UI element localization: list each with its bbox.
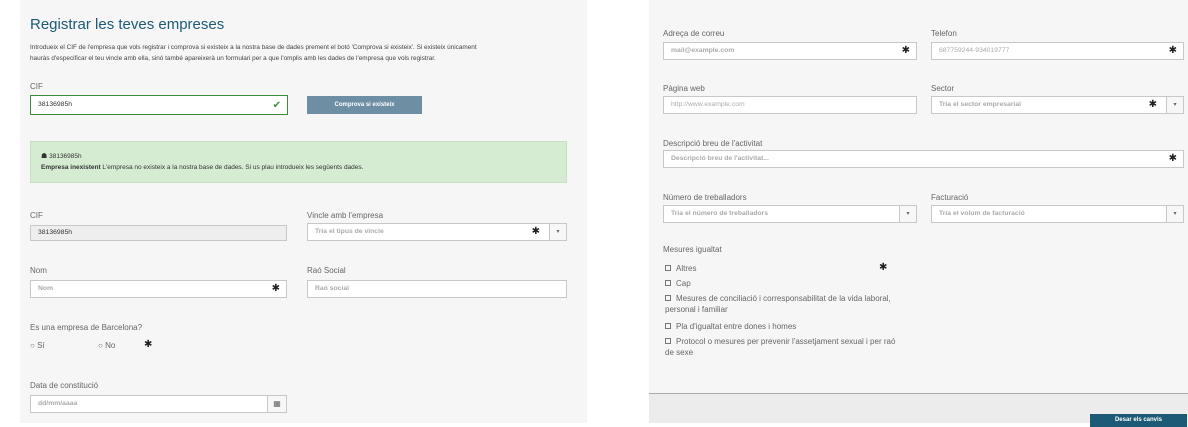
email-input[interactable]: mail@example.com ✱	[663, 42, 917, 60]
alert-cif: ☗ 38136985h	[41, 152, 82, 160]
asterisk-icon: ✱	[144, 339, 153, 350]
rao-placeholder: Raó social	[315, 285, 349, 292]
intro-line: Introdueix el CIF de l'empresa que vols …	[30, 44, 477, 51]
right-panel: Adreça de correu mail@example.com ✱ Tele…	[649, 0, 1188, 427]
facturacio-select[interactable]: Tria el volum de facturació ▾	[931, 205, 1184, 223]
asterisk-icon: ✱	[271, 283, 280, 294]
asterisk-icon: ✱	[901, 45, 910, 56]
data-constitucio-input[interactable]: dd/mm/aaaa ▦	[30, 395, 287, 413]
nom-placeholder: Nom	[38, 285, 54, 292]
checkbox-cap[interactable]: Cap	[665, 278, 900, 289]
cif-input-value: 38136985h	[38, 101, 73, 108]
asterisk-icon: ✱	[879, 262, 888, 273]
radio-si[interactable]: ○ Sí	[30, 341, 45, 350]
intro-text: Introdueix el CIF de l'empresa que vols …	[30, 42, 477, 64]
telefon-placeholder: 687759244-934019777	[939, 47, 1010, 54]
alert-message: Empresa inexistent L'empresa no existeix…	[41, 164, 363, 171]
checkbox-conciliacio[interactable]: Mesures de conciliació i corresponsabili…	[665, 293, 900, 315]
asterisk-icon: ✱	[1148, 99, 1157, 110]
radio-si-label: Sí	[37, 341, 45, 350]
asterisk-icon: ✱	[531, 226, 540, 237]
vincle-label: Vincle amb l'empresa	[307, 211, 384, 220]
caret-down-icon[interactable]: ▾	[1166, 97, 1183, 113]
treballadors-label: Número de treballadors	[663, 193, 747, 202]
sector-placeholder: Tria el sector empresarial	[939, 101, 1021, 108]
web-placeholder: http://www.example.com	[671, 101, 745, 108]
treballadors-select[interactable]: Tria el número de treballadors ▾	[663, 205, 917, 223]
checkmark-icon: ✔	[272, 100, 281, 111]
checkbox-altres[interactable]: Altres	[665, 263, 900, 274]
web-label: Pàgina web	[663, 84, 705, 93]
asterisk-icon: ✱	[1168, 45, 1177, 56]
nom-input[interactable]: Nom ✱	[30, 280, 287, 298]
mesures-label: Mesures igualtat	[663, 245, 722, 254]
alert-title: Empresa inexistent	[41, 164, 101, 171]
telefon-input[interactable]: 687759244-934019777 ✱	[931, 42, 1184, 60]
caret-down-icon[interactable]: ▾	[1166, 206, 1183, 222]
building-icon: ☗	[41, 153, 48, 160]
nom-label: Nom	[30, 266, 47, 275]
checkbox-label: Mesures de conciliació i corresponsabili…	[665, 294, 891, 314]
asterisk-icon: ✱	[1168, 153, 1177, 164]
intro-line: hauràs d'especificar el teu vincle amb e…	[30, 55, 436, 62]
rao-label: Raó Social	[307, 266, 346, 275]
rao-social-input[interactable]: Raó social	[307, 280, 567, 298]
page-title: Registrar les teves empreses	[30, 16, 225, 33]
email-placeholder: mail@example.com	[671, 47, 735, 54]
web-input[interactable]: http://www.example.com	[663, 96, 917, 114]
sector-label: Sector	[931, 84, 955, 93]
checkbox-box[interactable]	[665, 323, 671, 329]
form-footer: Desar els canvis	[649, 393, 1188, 427]
desc-input[interactable]: Descripció breu de l'activitat... ✱	[663, 150, 1184, 168]
checkbox-box[interactable]	[665, 295, 671, 301]
checkbox-pla-igualtat[interactable]: Pla d'igualtat entre dones i homes	[665, 321, 900, 332]
caret-down-icon[interactable]: ▾	[549, 224, 566, 240]
cif2-label: CIF	[30, 211, 43, 220]
sector-select[interactable]: Tria el sector empresarial ✱ ▾	[931, 96, 1184, 114]
cif2-input: 38136985h	[30, 225, 287, 241]
data-placeholder: dd/mm/aaaa	[38, 400, 78, 407]
cif-input[interactable]: 38136985h ✔	[30, 95, 288, 115]
checkbox-label: Altres	[676, 264, 697, 273]
left-panel: Registrar les teves empreses Introdueix …	[20, 0, 587, 423]
facturacio-placeholder: Tria el volum de facturació	[939, 210, 1025, 217]
desc-placeholder: Descripció breu de l'activitat...	[671, 155, 769, 162]
caret-down-icon[interactable]: ▾	[899, 206, 916, 222]
facturacio-label: Facturació	[931, 193, 969, 202]
checkbox-label: Cap	[676, 279, 691, 288]
radio-no[interactable]: ○ No	[98, 341, 115, 350]
checkbox-label: Pla d'igualtat entre dones i homes	[676, 322, 797, 331]
alert-cif-text: 38136985h	[49, 153, 82, 160]
vincle-placeholder: Tria el tipus de vincle	[315, 228, 384, 235]
cif2-value: 38136985h	[38, 229, 73, 236]
alert-empresa-inexistent: ☗ 38136985h Empresa inexistent L'empresa…	[30, 141, 567, 183]
cif-label: CIF	[30, 82, 43, 91]
alert-text: L'empresa no existeix a la nostra base d…	[100, 164, 364, 171]
telefon-label: Telefon	[931, 29, 957, 38]
check-exists-button[interactable]: Comprova si existeix	[307, 96, 422, 114]
save-changes-button[interactable]: Desar els canvis	[1090, 414, 1187, 427]
checkbox-box[interactable]	[665, 280, 671, 286]
treballadors-placeholder: Tria el número de treballadors	[671, 210, 769, 217]
barcelona-label: Es una empresa de Barcelona?	[30, 323, 143, 332]
data-constitucio-label: Data de constitució	[30, 381, 99, 390]
checkbox-box[interactable]	[665, 338, 671, 344]
desc-label: Descripció breu de l'activitat	[663, 139, 763, 148]
checkbox-box[interactable]	[665, 265, 671, 271]
checkbox-protocol[interactable]: Protocol o mesures per prevenir l'assetj…	[665, 336, 900, 358]
email-label: Adreça de correu	[663, 29, 725, 38]
calendar-icon[interactable]: ▦	[267, 396, 286, 412]
vincle-select[interactable]: Tria el tipus de vincle ✱ ▾	[307, 223, 567, 241]
radio-no-label: No	[105, 341, 116, 350]
checkbox-label: Protocol o mesures per prevenir l'assetj…	[665, 337, 896, 357]
